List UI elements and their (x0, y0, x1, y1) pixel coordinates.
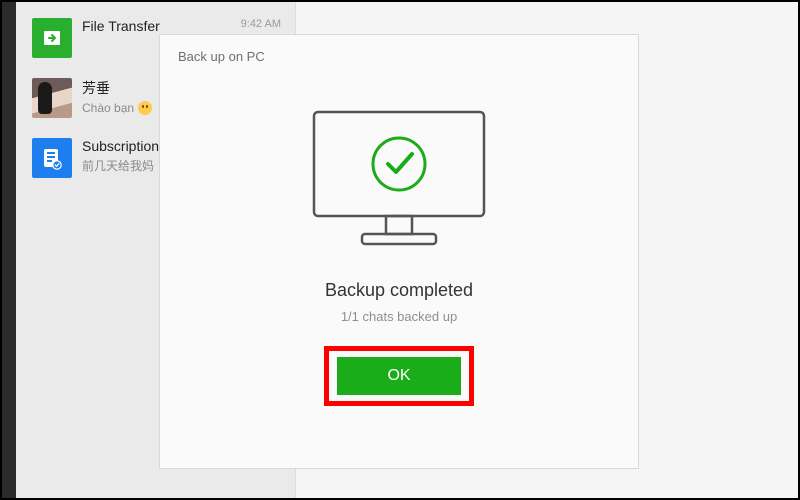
left-ribbon (2, 2, 16, 498)
backup-dialog: Back up on PC Backup completed 1/1 chats… (159, 34, 639, 469)
dialog-title: Back up on PC (160, 35, 638, 78)
monitor-illustration (160, 106, 638, 256)
ok-button[interactable]: OK (337, 357, 461, 395)
file-transfer-icon (32, 18, 72, 58)
avatar (32, 78, 72, 118)
app-window: File Transfer 9:42 AM 芳垂 Chào bạn (0, 0, 800, 500)
status-title: Backup completed (160, 280, 638, 301)
smile-emoji-icon (138, 101, 152, 115)
tutorial-highlight-box: OK (324, 346, 474, 406)
status-subtitle: 1/1 chats backed up (160, 309, 638, 324)
chat-item-preview-text: Chào bạn (82, 101, 134, 115)
subscriptions-icon (32, 138, 72, 178)
monitor-icon (304, 106, 494, 256)
chat-item-time: 9:42 AM (241, 18, 281, 30)
